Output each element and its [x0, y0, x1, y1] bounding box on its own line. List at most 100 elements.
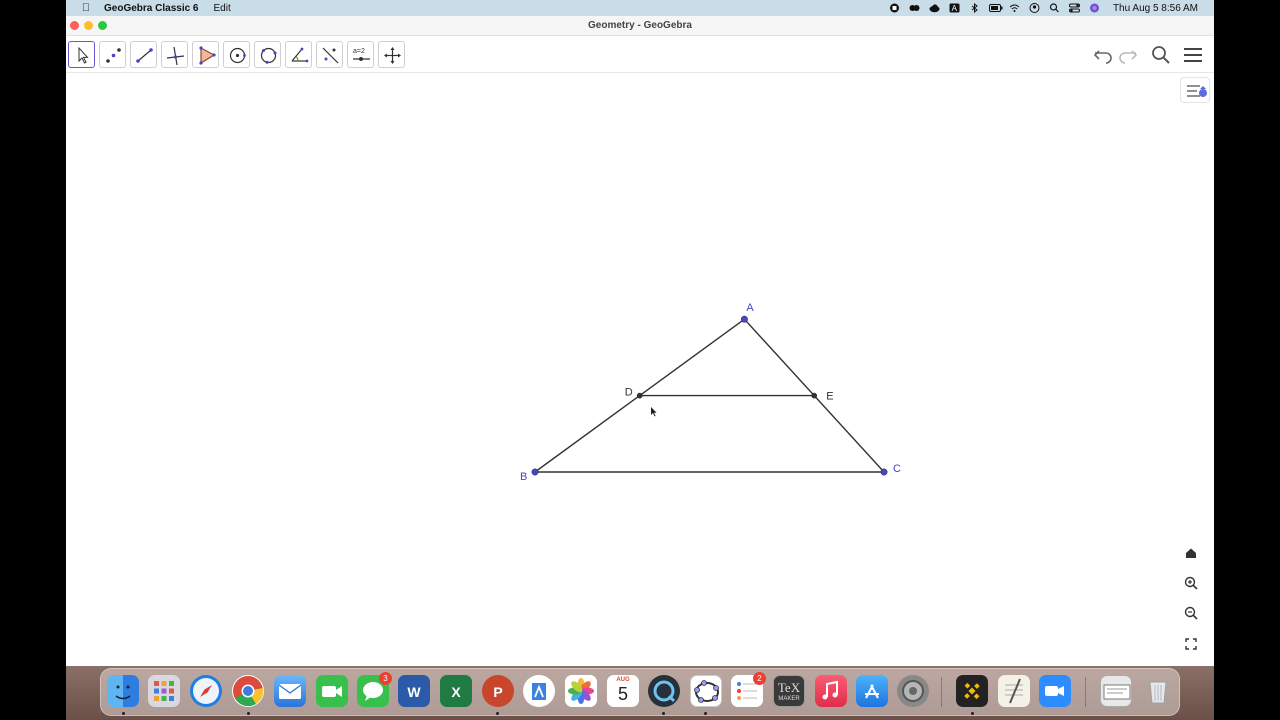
geogebra-window: Geometry - GeoGebra a=2 A B C D E [66, 16, 1214, 666]
creative-cloud-icon[interactable] [909, 3, 920, 13]
point-label-D[interactable]: D [625, 387, 633, 399]
svg-text:a=2: a=2 [353, 48, 365, 55]
calendar-day: 5 [617, 684, 628, 704]
move-tool[interactable] [68, 41, 95, 68]
search-icon[interactable] [1149, 44, 1173, 66]
calendar-icon[interactable]: AUG 5 [607, 675, 639, 707]
quicktime-icon[interactable] [648, 675, 680, 707]
powerpoint-letter: P [493, 684, 503, 700]
undo-icon[interactable] [1091, 44, 1115, 66]
bluetooth-icon[interactable] [969, 2, 980, 14]
chrome-icon[interactable] [232, 675, 264, 707]
point-label-A[interactable]: A [746, 302, 754, 314]
point-label-C[interactable]: C [893, 463, 901, 475]
zoom-in-icon [1184, 576, 1198, 590]
texmaker-icon[interactable]: TeX MAKER [773, 675, 805, 707]
home-icon [1186, 548, 1196, 558]
circle-tool[interactable] [223, 41, 250, 68]
calendar-month: AUG [616, 677, 630, 683]
point-tool[interactable] [99, 41, 126, 68]
dock-separator [941, 677, 942, 707]
zoom-in-button[interactable] [1180, 572, 1202, 594]
running-indicator [247, 712, 250, 715]
menu-clock[interactable]: Thu Aug 5 8:56 AM [1113, 3, 1198, 14]
mail-icon[interactable] [274, 675, 306, 707]
angle-icon [291, 47, 309, 63]
powerpoint-icon[interactable]: P [482, 675, 514, 707]
texmaker-sublabel: MAKER [778, 696, 800, 702]
running-indicator [122, 712, 125, 715]
word-icon[interactable]: W [398, 675, 430, 707]
screen:  GeoGebra Classic 6 Edit A Thu Aug 5 8:… [0, 0, 1280, 720]
running-indicator [496, 712, 499, 715]
menu-edit[interactable]: Edit [214, 3, 231, 14]
music-icon[interactable] [815, 675, 847, 707]
point-label-B[interactable]: B [520, 471, 527, 483]
reminders-badge: 2 [753, 672, 766, 685]
finder-icon[interactable] [107, 675, 139, 707]
construction-drawing[interactable]: A B C D E [66, 74, 1214, 666]
redo-icon[interactable] [1116, 44, 1140, 66]
fullscreen-button[interactable] [1180, 633, 1202, 655]
photos-icon[interactable] [565, 675, 597, 707]
spotlight-icon[interactable] [1049, 3, 1060, 13]
perpendicular-icon [166, 46, 185, 66]
mouse-cursor [651, 407, 657, 417]
system-preferences-icon[interactable] [897, 675, 929, 707]
style-bar-icon [1187, 85, 1207, 97]
point-C[interactable] [880, 468, 888, 476]
siri-icon[interactable] [1089, 3, 1100, 13]
perpendicular-line-tool[interactable] [161, 41, 188, 68]
record-icon[interactable] [889, 3, 900, 13]
trash-icon[interactable] [1142, 675, 1174, 707]
running-indicator [662, 712, 665, 715]
graphics-view[interactable]: A B C D E [66, 74, 1214, 666]
point-D[interactable] [636, 392, 643, 399]
geogebra-icon[interactable] [690, 675, 722, 707]
recent-document-icon[interactable] [1100, 675, 1132, 707]
app-store-icon[interactable] [856, 675, 888, 707]
polygon-tool[interactable] [192, 41, 219, 68]
binance-icon[interactable] [956, 675, 988, 707]
fullscreen-icon [1185, 638, 1197, 650]
move-view-icon [384, 47, 401, 64]
circle-center-icon [229, 47, 246, 64]
title-bar: Geometry - GeoGebra [66, 16, 1214, 36]
battery-icon[interactable] [988, 3, 1003, 13]
point-E[interactable] [811, 392, 818, 399]
cloud-icon[interactable] [929, 3, 940, 13]
safari-icon[interactable] [190, 675, 222, 707]
angle-tool[interactable] [285, 41, 312, 68]
move-arrow-icon [78, 46, 89, 64]
slider-tool[interactable]: a=2 [347, 41, 374, 68]
zoom-app-icon[interactable] [1039, 675, 1071, 707]
circle-three-points-tool[interactable] [254, 41, 281, 68]
launchpad-icon[interactable] [148, 675, 180, 707]
facetime-icon[interactable] [316, 675, 348, 707]
messages-badge: 3 [379, 672, 392, 685]
apple-icon[interactable]:  [80, 2, 92, 14]
app-menu[interactable]: GeoGebra Classic 6 [104, 3, 199, 14]
wifi-icon[interactable] [1009, 3, 1020, 13]
preview-icon[interactable] [523, 675, 555, 707]
excel-icon[interactable]: X [440, 675, 472, 707]
toolbar: a=2 [66, 37, 1214, 73]
user-icon[interactable] [1029, 3, 1040, 13]
polygon-icon [199, 46, 216, 65]
segment-tool[interactable] [130, 41, 157, 68]
reflect-icon [322, 47, 339, 64]
running-indicator [704, 712, 707, 715]
texmaker-label: TeX [777, 680, 801, 695]
move-graphics-view-tool[interactable] [378, 41, 405, 68]
menu-icon[interactable] [1181, 44, 1205, 66]
reflect-tool[interactable] [316, 41, 343, 68]
zoom-out-button[interactable] [1180, 602, 1202, 624]
home-button[interactable] [1180, 542, 1202, 564]
point-A[interactable] [740, 315, 748, 323]
point-B[interactable] [531, 468, 539, 476]
textedit-icon[interactable] [998, 675, 1030, 707]
style-bar-toggle[interactable] [1180, 77, 1210, 103]
text-input-icon[interactable]: A [949, 3, 960, 13]
control-center-icon[interactable] [1068, 3, 1080, 13]
point-label-E[interactable]: E [826, 391, 833, 403]
